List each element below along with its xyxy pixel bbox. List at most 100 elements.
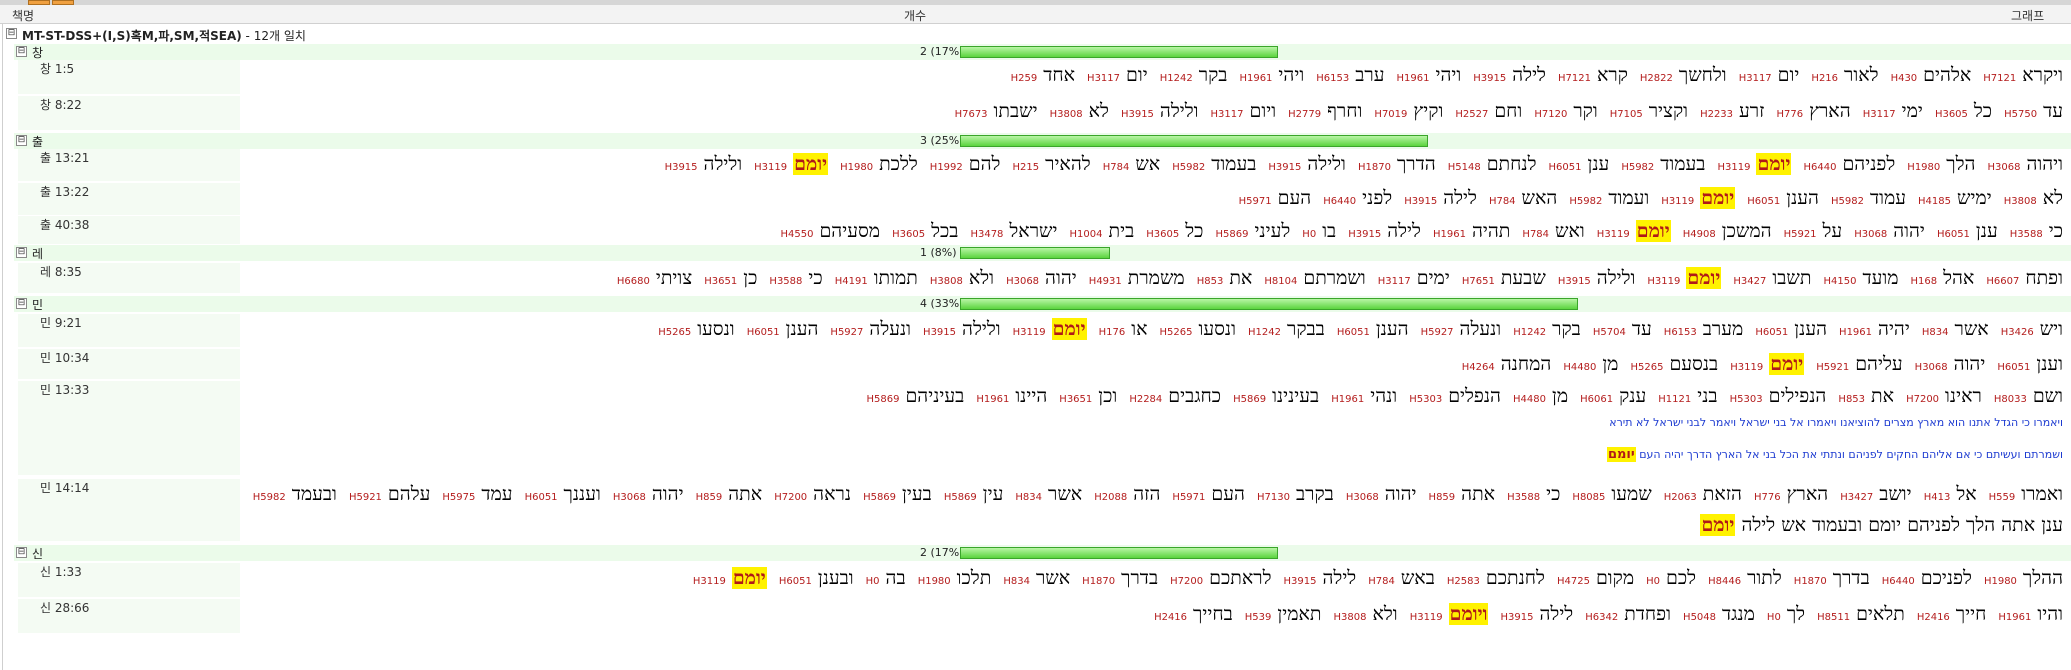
- verse-text[interactable]: ויש H3426 אשר H834 יהיה H1961 הענן H6051 מער…: [245, 318, 2063, 341]
- strong-number[interactable]: H5869: [863, 492, 896, 503]
- verse-word[interactable]: מסעיהם: [819, 220, 880, 242]
- strong-number[interactable]: H1961: [976, 394, 1009, 405]
- verse-word[interactable]: יהיה: [1878, 318, 1910, 340]
- strong-number[interactable]: H3588: [2010, 229, 2043, 240]
- verse-word[interactable]: הזאת: [1703, 483, 1742, 505]
- strong-number[interactable]: H1870: [1082, 576, 1115, 587]
- verse-word[interactable]: שמעו: [1611, 483, 1651, 505]
- verse-word[interactable]: עד: [1632, 318, 1652, 340]
- strong-number[interactable]: H1870: [1794, 576, 1827, 587]
- strong-number[interactable]: H1980: [918, 576, 951, 587]
- strong-number[interactable]: H5982: [1172, 162, 1205, 173]
- verse-word[interactable]: ובעמוד: [1812, 514, 1862, 536]
- strong-number[interactable]: H0: [1767, 612, 1781, 623]
- verse-word[interactable]: ונהי: [1370, 385, 1397, 407]
- strong-number[interactable]: H3068: [1346, 492, 1379, 503]
- verse-continuation[interactable]: ושמרתם ועשיתם כי אם אליהם החקים לפניהם ו…: [245, 447, 2063, 462]
- strong-number[interactable]: H5927: [830, 327, 863, 338]
- strong-number[interactable]: H6051: [1937, 229, 1970, 240]
- verse-word[interactable]: בבקר: [1287, 318, 1325, 340]
- strong-number[interactable]: H5750: [2004, 109, 2037, 120]
- strong-number[interactable]: H2416: [1917, 612, 1950, 623]
- highlighted-word[interactable]: יומם: [731, 567, 767, 589]
- verse-word[interactable]: עליהם: [1855, 353, 1902, 375]
- strong-number[interactable]: H3651: [1059, 394, 1092, 405]
- verse-word[interactable]: ויאמר: [1710, 416, 1737, 429]
- verse-word[interactable]: בחייך: [1193, 603, 1233, 625]
- strong-number[interactable]: H2779: [1288, 109, 1321, 120]
- verse-word[interactable]: ולילה: [1597, 267, 1636, 289]
- verse-word[interactable]: ויאמרו: [1807, 416, 1837, 429]
- verse-word[interactable]: תאמין: [1277, 603, 1321, 625]
- verse-word[interactable]: היינו: [1015, 385, 1047, 407]
- strong-number[interactable]: H3915: [1473, 73, 1506, 84]
- strong-number[interactable]: H3117: [1863, 109, 1896, 120]
- strong-number[interactable]: H6051: [1997, 362, 2030, 373]
- strong-number[interactable]: H3119: [693, 576, 726, 587]
- verse-word[interactable]: להם: [969, 153, 1001, 175]
- strong-number[interactable]: H6051: [779, 576, 812, 587]
- strong-number[interactable]: H3915: [1348, 229, 1381, 240]
- strong-number[interactable]: H6342: [1585, 612, 1618, 623]
- verse-reference[interactable]: 레 8:35: [0, 263, 240, 293]
- verse-word[interactable]: הענן: [1376, 318, 1409, 340]
- verse-word[interactable]: לנחתם: [1487, 153, 1537, 175]
- strong-number[interactable]: H776: [1754, 492, 1781, 503]
- verse-word[interactable]: הדרך: [1687, 448, 1712, 461]
- strong-number[interactable]: H3427: [1840, 492, 1873, 503]
- verse-word[interactable]: המחנה: [1501, 353, 1552, 375]
- verse-word[interactable]: הדרך: [1397, 153, 1436, 175]
- verse-word[interactable]: יומם: [1868, 514, 1901, 536]
- strong-number[interactable]: H2233: [1700, 109, 1733, 120]
- verse-word[interactable]: אל: [1790, 416, 1804, 429]
- verse-word[interactable]: אשר: [1048, 483, 1082, 505]
- strong-number[interactable]: H5869: [944, 492, 977, 503]
- verse-word[interactable]: לילה: [1387, 220, 1421, 242]
- group-row-4[interactable]: ⊟ 신 2 (17%): [14, 545, 2071, 561]
- verse-word[interactable]: העם: [1211, 483, 1245, 505]
- verse-word[interactable]: לא: [2043, 187, 2063, 209]
- strong-number[interactable]: H215: [1013, 162, 1040, 173]
- verse-word[interactable]: חייך: [1956, 603, 1987, 625]
- strong-number[interactable]: H5982: [1831, 196, 1864, 207]
- verse-word[interactable]: כל: [1185, 220, 1203, 242]
- verse-word[interactable]: הנפילים: [1769, 385, 1827, 407]
- verse-word[interactable]: אתה: [1461, 483, 1495, 505]
- strong-number[interactable]: H4185: [1918, 196, 1951, 207]
- verse-word[interactable]: את: [1229, 267, 1252, 289]
- strong-number[interactable]: H3119: [1718, 162, 1751, 173]
- collapse-toggle-icon[interactable]: ⊟: [16, 46, 27, 57]
- verse-word[interactable]: ואש: [1555, 220, 1585, 242]
- verse-word[interactable]: האש: [1522, 187, 1558, 209]
- strong-number[interactable]: H3915: [1268, 162, 1301, 173]
- verse-word[interactable]: כן: [743, 267, 757, 289]
- verse-text[interactable]: והיו H1961 חייך H2416 תלאים H8511 לך H0 מנגד…: [245, 603, 2063, 626]
- verse-word[interactable]: מצרים: [1884, 416, 1914, 429]
- verse-word[interactable]: ופתח: [2025, 267, 2063, 289]
- strong-number[interactable]: H2583: [1447, 576, 1480, 587]
- strong-number[interactable]: H176: [1099, 327, 1126, 338]
- verse-word[interactable]: ענן: [2041, 514, 2063, 536]
- verse-reference[interactable]: 신 1:33: [0, 563, 240, 597]
- verse-word[interactable]: תמותו: [874, 267, 918, 289]
- verse-word[interactable]: שבעת: [1501, 267, 1546, 289]
- strong-number[interactable]: H784: [1522, 229, 1549, 240]
- strong-number[interactable]: H6051: [1747, 196, 1780, 207]
- strong-number[interactable]: H6607: [1986, 276, 2019, 287]
- verse-word[interactable]: וחם: [1494, 100, 1522, 122]
- strong-number[interactable]: H3808: [1050, 109, 1083, 120]
- verse-word[interactable]: כי: [1974, 448, 1982, 461]
- verse-word[interactable]: משמרת: [1128, 267, 1185, 289]
- verse-word[interactable]: לילה: [1443, 187, 1477, 209]
- strong-number[interactable]: H1961: [1433, 229, 1466, 240]
- collapse-toggle-icon[interactable]: ⊟: [16, 135, 27, 146]
- verse-word[interactable]: אל: [1746, 448, 1760, 461]
- verse-word[interactable]: זרע: [1739, 100, 1764, 122]
- verse-text[interactable]: ושםH8033 ראינוH7200 אתH853 הנפיליםH5303 …: [245, 385, 2063, 408]
- verse-reference[interactable]: 민 10:34: [0, 349, 240, 379]
- verse-word[interactable]: ההלך: [2023, 567, 2063, 589]
- verse-word[interactable]: ויש: [2040, 318, 2063, 340]
- col-graph-header[interactable]: 그래프: [2011, 7, 2044, 24]
- strong-number[interactable]: H4191: [835, 276, 868, 287]
- strong-number[interactable]: H853: [1197, 276, 1224, 287]
